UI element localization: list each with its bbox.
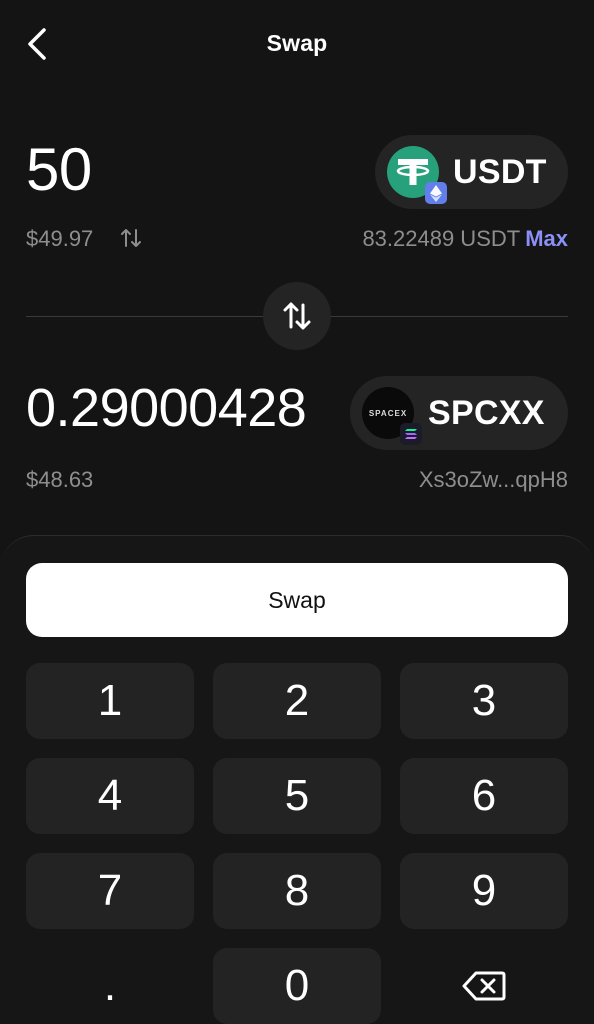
from-balance: 83.22489 USDT Max [362, 226, 568, 252]
from-token-selector[interactable]: USDT [375, 135, 568, 209]
usdt-logo-icon [387, 146, 447, 204]
max-button[interactable]: Max [525, 226, 568, 251]
token-address[interactable]: Xs3oZw...qpH8 [419, 467, 568, 493]
key-3[interactable]: 3 [400, 663, 568, 739]
key-4[interactable]: 4 [26, 758, 194, 834]
to-token-symbol: SPCXX [428, 393, 545, 432]
balance-text: 83.22489 USDT [362, 226, 521, 251]
backspace-icon [462, 971, 506, 1001]
to-usd-value: $48.63 [26, 467, 94, 492]
key-0[interactable]: 0 [213, 948, 381, 1024]
page-title: Swap [266, 30, 328, 56]
spacex-logo-text: SPACEX [368, 408, 408, 418]
spacex-logo-icon: SPACEX [362, 387, 422, 445]
backspace-button[interactable] [400, 948, 568, 1024]
from-token-symbol: USDT [453, 152, 547, 191]
from-amount-input[interactable]: 50 [26, 140, 92, 200]
key-8[interactable]: 8 [213, 853, 381, 929]
key-6[interactable]: 6 [400, 758, 568, 834]
key-9[interactable]: 9 [400, 853, 568, 929]
to-amount: 0.29000428 [26, 378, 307, 438]
to-token-selector[interactable]: SPACEX SPCXX [350, 376, 568, 450]
swap-arrows-icon [283, 302, 311, 330]
swap-button[interactable]: Swap [26, 563, 568, 637]
key-7[interactable]: 7 [26, 853, 194, 929]
key-1[interactable]: 1 [26, 663, 194, 739]
key-2[interactable]: 2 [213, 663, 381, 739]
key-5[interactable]: 5 [213, 758, 381, 834]
from-usd-value: $49.97 [26, 226, 94, 251]
header: Swap [0, 0, 594, 90]
flip-tokens-button[interactable] [263, 282, 331, 350]
key-decimal[interactable]: . [26, 948, 194, 1024]
ethereum-icon [425, 182, 447, 204]
currency-toggle-icon[interactable] [120, 226, 142, 250]
solana-icon [400, 423, 422, 445]
